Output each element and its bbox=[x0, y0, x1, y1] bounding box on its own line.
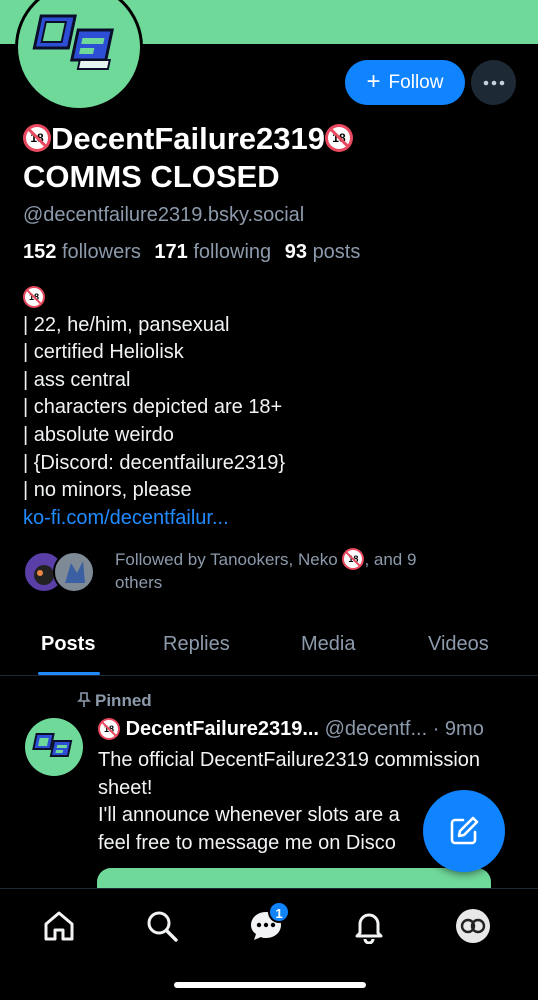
post-author-avatar[interactable] bbox=[25, 718, 83, 776]
bio-line: | {Discord: decentfailure2319} bbox=[23, 451, 286, 474]
active-tab-indicator bbox=[38, 672, 100, 675]
profile-bio: 18 | 22, he/him, pansexual | certified H… bbox=[23, 284, 285, 532]
post-image-preview[interactable] bbox=[97, 868, 491, 888]
post-author-name[interactable]: DecentFailure2319... bbox=[126, 718, 319, 740]
posts-count: 93 posts bbox=[284, 241, 361, 263]
ellipsis-icon bbox=[483, 80, 504, 85]
plus-icon: + bbox=[366, 67, 381, 95]
post-author-handle[interactable]: @decentf... bbox=[325, 718, 428, 740]
search-icon[interactable] bbox=[142, 906, 182, 946]
no-under-18-icon: 18 bbox=[342, 548, 365, 570]
profile-avatar-nav[interactable] bbox=[453, 906, 493, 946]
bio-line: | 22, he/him, pansexual bbox=[23, 313, 230, 336]
df-logo-icon bbox=[32, 733, 73, 757]
pin-icon bbox=[77, 692, 91, 707]
tab-videos[interactable]: Videos bbox=[428, 633, 489, 656]
df-logo-icon bbox=[32, 14, 114, 70]
bio-link[interactable]: ko-fi.com/decentfailur... bbox=[23, 507, 229, 529]
followers-link[interactable]: 152 followers bbox=[23, 241, 141, 263]
bio-line: | absolute weirdo bbox=[23, 423, 174, 446]
pinned-label: Pinned bbox=[77, 691, 152, 711]
no-under-18-icon: 18 bbox=[324, 124, 353, 152]
bio-line: | ass central bbox=[23, 368, 131, 391]
display-name: 18 DecentFailure2319 18 COMMS CLOSED bbox=[23, 120, 523, 196]
follower-avatar bbox=[53, 551, 95, 593]
bio-line: | characters depicted are 18+ bbox=[23, 396, 283, 419]
no-under-18-icon: 18 bbox=[23, 124, 51, 152]
no-under-18-icon: 18 bbox=[98, 718, 120, 740]
profile-tabs: Posts Replies Media Videos bbox=[0, 620, 538, 676]
bio-line: | no minors, please bbox=[23, 479, 192, 502]
more-options-button[interactable] bbox=[471, 60, 516, 105]
post-timestamp: · 9mo bbox=[432, 718, 484, 740]
compose-icon bbox=[450, 816, 479, 845]
followed-by[interactable]: Followed by Tanookers, Neko 18, and 9 ot… bbox=[23, 548, 523, 598]
home-indicator bbox=[174, 982, 366, 988]
chat-unread-badge: 1 bbox=[268, 901, 290, 923]
compose-button[interactable] bbox=[423, 790, 505, 872]
following-link[interactable]: 171 following bbox=[154, 241, 271, 263]
follow-button[interactable]: + Follow bbox=[345, 60, 465, 105]
follow-button-label: Follow bbox=[388, 71, 444, 93]
profile-stats: 152 followers 171 following 93 posts bbox=[23, 241, 360, 264]
post-header: 18 DecentFailure2319... @decentf... · 9m… bbox=[98, 718, 528, 741]
bell-icon[interactable] bbox=[349, 906, 389, 946]
home-icon[interactable] bbox=[39, 906, 79, 946]
display-name-line2: COMMS CLOSED bbox=[23, 159, 280, 194]
no-under-18-icon: 18 bbox=[23, 286, 45, 308]
bio-line: | certified Heliolisk bbox=[23, 341, 184, 364]
tab-media[interactable]: Media bbox=[301, 633, 355, 656]
tab-posts[interactable]: Posts bbox=[41, 633, 95, 656]
profile-handle: @decentfailure2319.bsky.social bbox=[23, 204, 305, 226]
tab-replies[interactable]: Replies bbox=[163, 633, 230, 656]
display-name-text: DecentFailure2319 bbox=[51, 121, 325, 156]
followed-by-text: Followed by Tanookers, Neko 18, and 9 ot… bbox=[115, 548, 417, 592]
profile-avatar[interactable] bbox=[15, 0, 143, 111]
